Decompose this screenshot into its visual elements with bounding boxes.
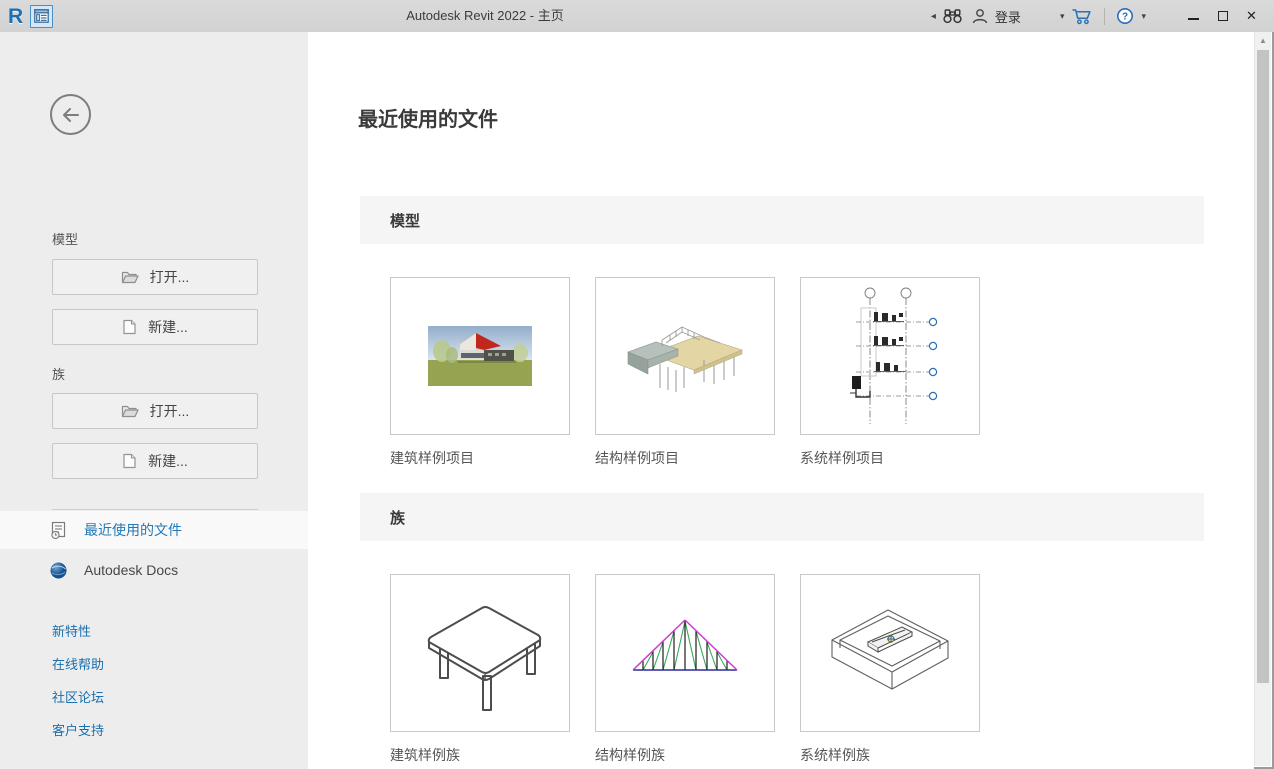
- sidebar-item-autodesk-docs[interactable]: Autodesk Docs: [0, 551, 308, 589]
- new-file-icon: [122, 453, 137, 469]
- page-title: 最近使用的文件: [358, 103, 498, 132]
- family-new-button[interactable]: 新建...: [52, 443, 258, 479]
- link-community-forum[interactable]: 社区论坛: [52, 689, 104, 707]
- caption-architecture-project: 建筑样例项目: [390, 448, 474, 468]
- link-online-help[interactable]: 在线帮助: [52, 656, 104, 674]
- svg-text:?: ?: [1122, 12, 1128, 23]
- vertical-scrollbar[interactable]: ▲: [1254, 32, 1271, 766]
- revit-window: R Autodesk Revit 2022 - 主页 ◂: [0, 0, 1274, 769]
- caption-structure-project: 结构样例项目: [595, 448, 679, 468]
- sign-in-button[interactable]: 登录: [993, 7, 1023, 26]
- model-section-label: 模型: [52, 229, 78, 248]
- family-open-button[interactable]: 打开...: [52, 393, 258, 429]
- thumbnail-systems-project: [840, 284, 940, 429]
- card-systems-sample-project[interactable]: [800, 277, 980, 435]
- sidebar-divider: [52, 509, 258, 510]
- link-whats-new[interactable]: 新特性: [52, 623, 91, 641]
- close-button[interactable]: ✕: [1237, 3, 1266, 29]
- model-new-button[interactable]: 新建...: [52, 309, 258, 345]
- home-toggle-button[interactable]: [30, 5, 53, 28]
- open-folder-icon: [121, 404, 139, 418]
- model-new-label: 新建...: [148, 317, 188, 337]
- card-systems-sample-family[interactable]: [800, 574, 980, 732]
- user-icon[interactable]: [967, 4, 993, 28]
- model-band-label: 模型: [390, 210, 420, 231]
- model-section-band: 模型: [360, 196, 1204, 244]
- sidebar-item-recent-files[interactable]: 最近使用的文件: [0, 511, 308, 549]
- scroll-up-icon[interactable]: ▲: [1255, 32, 1271, 49]
- caption-systems-family: 系统样例族: [800, 745, 870, 765]
- main-content: 最近使用的文件 模型: [308, 32, 1254, 769]
- family-section-label: 族: [52, 364, 65, 383]
- minimize-button[interactable]: [1179, 3, 1208, 29]
- model-open-button[interactable]: 打开...: [52, 259, 258, 295]
- model-open-label: 打开...: [150, 267, 190, 287]
- sidebar: 模型 打开... 新建... 族: [0, 32, 308, 769]
- window-title: Autodesk Revit 2022 - 主页: [340, 0, 630, 32]
- help-dropdown-icon[interactable]: ▾: [1138, 11, 1149, 22]
- thumbnail-structure-family: [605, 578, 765, 728]
- caption-systems-project: 系统样例项目: [800, 448, 884, 468]
- back-arrow-icon: [61, 107, 81, 123]
- cart-icon[interactable]: [1067, 4, 1097, 28]
- recent-files-icon: [48, 521, 68, 540]
- autodesk-docs-label: Autodesk Docs: [84, 562, 178, 578]
- thumbnail-architecture-family: [400, 578, 560, 728]
- collapse-search-arrow-icon[interactable]: ◂: [931, 11, 938, 22]
- search-icon[interactable]: [938, 4, 967, 28]
- family-band-label: 族: [390, 507, 405, 528]
- autodesk-docs-globe-icon: [48, 561, 68, 580]
- thumbnail-structure-project: [620, 316, 750, 396]
- recent-files-label: 最近使用的文件: [84, 520, 182, 540]
- open-folder-icon: [121, 270, 139, 284]
- card-architecture-sample-family[interactable]: [390, 574, 570, 732]
- card-structure-sample-project[interactable]: [595, 277, 775, 435]
- card-structure-sample-family[interactable]: [595, 574, 775, 732]
- family-section-band: 族: [360, 493, 1204, 541]
- revit-logo[interactable]: R: [8, 6, 23, 27]
- family-open-label: 打开...: [150, 401, 190, 421]
- caption-architecture-family: 建筑样例族: [390, 745, 460, 765]
- scrollbar-thumb[interactable]: [1257, 50, 1269, 683]
- card-architecture-sample-project[interactable]: [390, 277, 570, 435]
- maximize-button[interactable]: [1208, 3, 1237, 29]
- link-customer-support[interactable]: 客户支持: [52, 722, 104, 740]
- caption-structure-family: 结构样例族: [595, 745, 665, 765]
- back-button[interactable]: [50, 94, 91, 135]
- titlebar-separator: [1104, 8, 1105, 25]
- thumbnail-systems-family: [810, 578, 970, 728]
- help-icon[interactable]: ?: [1112, 4, 1138, 28]
- home-icon: [34, 9, 49, 23]
- sign-in-dropdown-icon[interactable]: ▾: [1057, 11, 1068, 22]
- new-file-icon: [122, 319, 137, 335]
- titlebar: R Autodesk Revit 2022 - 主页 ◂: [0, 0, 1274, 32]
- thumbnail-architecture-project: [428, 326, 532, 386]
- family-new-label: 新建...: [148, 451, 188, 471]
